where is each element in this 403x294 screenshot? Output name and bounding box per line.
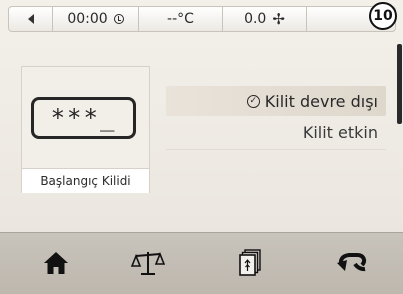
lock-disabled-label: Kilit devre dışı — [264, 91, 378, 111]
password-mask: ***_ — [50, 104, 117, 132]
password-icon: ***_ — [31, 97, 136, 139]
step-number: 10 — [373, 8, 393, 24]
back-button[interactable] — [8, 6, 53, 32]
check-circle-icon: ✓ — [246, 94, 260, 108]
timer-value: 00:00 — [67, 11, 108, 27]
temperature-value: --°C — [167, 11, 194, 27]
fan-icon: ✢ — [272, 10, 285, 28]
lock-enabled-option[interactable]: Kilit etkin — [166, 117, 386, 147]
lock-disabled-option[interactable]: ✓ Kilit devre dışı — [166, 86, 386, 116]
scale-button[interactable] — [126, 243, 170, 283]
timer-display[interactable]: 00:00 — [52, 6, 139, 32]
clock-icon — [113, 14, 124, 24]
scrollbar[interactable] — [397, 44, 402, 124]
startup-lock-card[interactable]: ***_ Başlangıç Kilidi — [21, 66, 150, 193]
bottom-nav — [0, 232, 403, 294]
status-bar: 00:00 --°C 0.0 ✢ 10 — [0, 0, 403, 38]
return-icon — [337, 253, 367, 272]
step-number-badge: 10 — [369, 2, 397, 30]
back-arrow-icon — [27, 14, 34, 24]
return-button[interactable] — [330, 243, 374, 283]
cards-icon — [239, 249, 261, 276]
home-icon — [44, 252, 68, 274]
cards-button[interactable] — [228, 243, 272, 283]
fan-value: 0.0 — [244, 11, 267, 27]
screen: 00:00 --°C 0.0 ✢ 10 ***_ Başlangıç Kilid… — [0, 0, 403, 294]
home-button[interactable] — [34, 243, 78, 283]
fan-display[interactable]: 0.0 ✢ — [222, 6, 307, 32]
option-divider — [166, 149, 386, 150]
lock-enabled-label: Kilit etkin — [302, 122, 378, 142]
startup-lock-label: Başlangıç Kilidi — [22, 168, 149, 193]
temperature-display[interactable]: --°C — [138, 6, 223, 32]
scale-icon — [131, 251, 165, 275]
